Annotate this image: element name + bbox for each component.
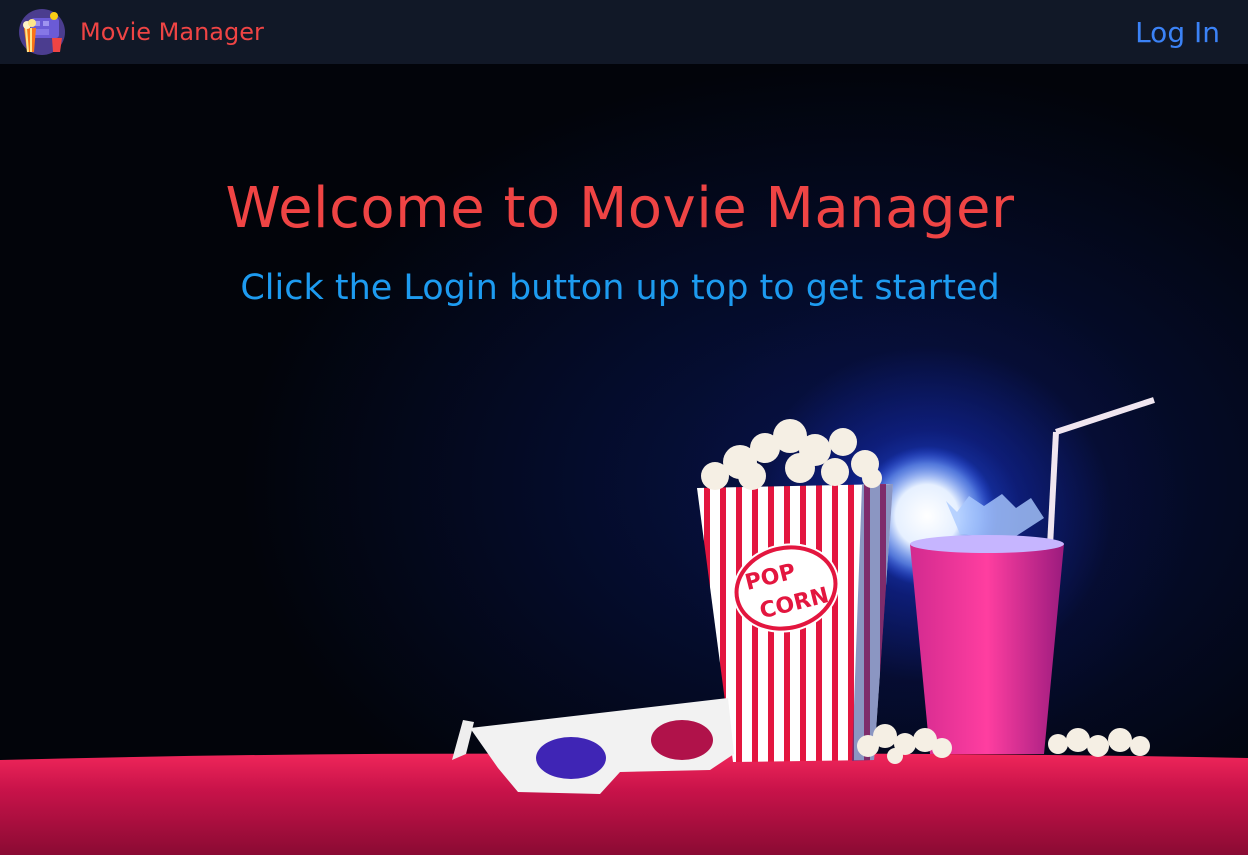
movie-logo-icon — [19, 9, 65, 55]
hero-section: POP CORN Welcome to Movie Manager Click … — [0, 64, 1248, 855]
hero-title: Welcome to Movie Manager — [225, 176, 1015, 241]
hero-subtitle: Click the Login button up top to get sta… — [240, 268, 1000, 308]
login-button[interactable]: Log In — [1135, 16, 1220, 49]
brand-home-link[interactable]: Movie Manager — [18, 8, 264, 56]
brand-name: Movie Manager — [80, 18, 264, 46]
navbar: Movie Manager Log In — [0, 0, 1248, 64]
